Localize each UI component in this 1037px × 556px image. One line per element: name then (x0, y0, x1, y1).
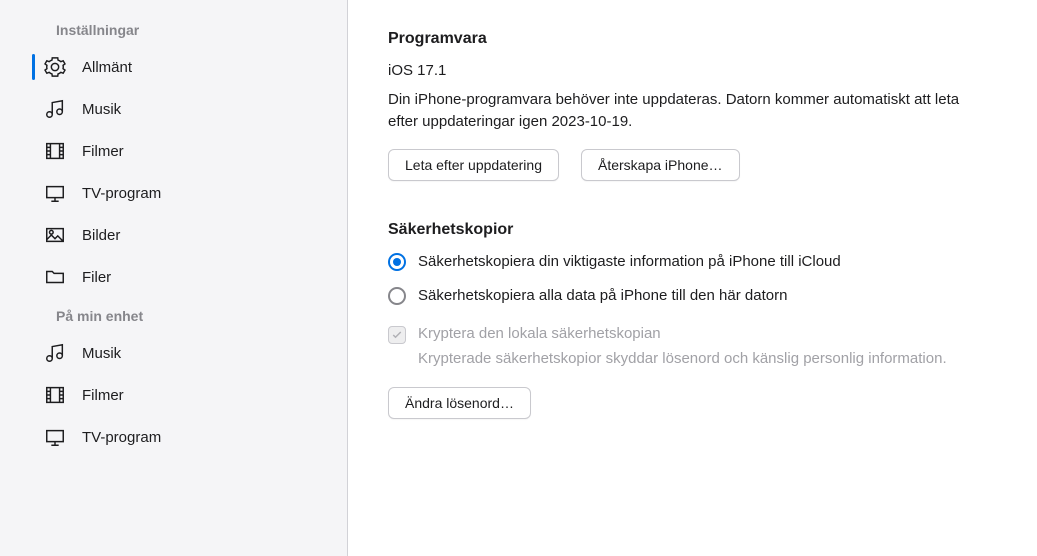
check-update-button[interactable]: Leta efter uppdatering (388, 149, 559, 181)
sidebar-item-filmer[interactable]: Filmer (0, 374, 347, 416)
sidebar-item-tv-program[interactable]: TV-program (0, 172, 347, 214)
encrypt-checkbox (388, 326, 406, 344)
sidebar-item-filer[interactable]: Filer (0, 256, 347, 298)
music-icon (44, 98, 66, 120)
sidebar-item-label: Filmer (82, 143, 124, 160)
sidebar-section-settings: Inställningar (0, 12, 347, 46)
sidebar-item-label: Musik (82, 345, 121, 362)
photo-icon (44, 224, 66, 246)
sidebar-section-on-device: På min enhet (0, 298, 347, 332)
sidebar-item-musik[interactable]: Musik (0, 88, 347, 130)
software-title: Programvara (388, 30, 1007, 48)
film-icon (44, 384, 66, 406)
sidebar-item-label: TV-program (82, 185, 161, 202)
software-desc: Din iPhone-programvara behöver inte uppd… (388, 89, 988, 133)
backups-title: Säkerhetskopior (388, 221, 1007, 239)
restore-iphone-button[interactable]: Återskapa iPhone… (581, 149, 740, 181)
music-icon (44, 342, 66, 364)
encrypt-label: Kryptera den lokala säkerhetskopian (418, 325, 661, 342)
radio-icloud-label: Säkerhetskopiera din viktigaste informat… (418, 253, 841, 270)
change-password-button[interactable]: Ändra lösenord… (388, 387, 531, 419)
sidebar-item-filmer[interactable]: Filmer (0, 130, 347, 172)
sidebar-item-label: Filmer (82, 387, 124, 404)
tv-icon (44, 426, 66, 448)
sidebar-item-allmänt[interactable]: Allmänt (0, 46, 347, 88)
sidebar-item-label: Musik (82, 101, 121, 118)
backup-local-radio-row[interactable]: Säkerhetskopiera alla data på iPhone til… (388, 287, 1007, 305)
ios-version: iOS 17.1 (388, 62, 1007, 79)
sidebar-item-label: TV-program (82, 429, 161, 446)
sidebar-item-label: Allmänt (82, 59, 132, 76)
backup-icloud-radio-row[interactable]: Säkerhetskopiera din viktigaste informat… (388, 253, 1007, 271)
main-content: Programvara iOS 17.1 Din iPhone-programv… (348, 0, 1037, 556)
sidebar-item-label: Bilder (82, 227, 120, 244)
film-icon (44, 140, 66, 162)
radio-local-label: Säkerhetskopiera alla data på iPhone til… (418, 287, 787, 304)
sidebar-item-musik[interactable]: Musik (0, 332, 347, 374)
sidebar-item-label: Filer (82, 269, 111, 286)
encrypt-checkbox-row: Kryptera den lokala säkerhetskopian (388, 325, 1007, 344)
sidebar-item-bilder[interactable]: Bilder (0, 214, 347, 256)
tv-icon (44, 182, 66, 204)
folder-icon (44, 266, 66, 288)
sidebar: Inställningar Allmänt Musik Filmer TV-progr… (0, 0, 348, 556)
radio-icloud[interactable] (388, 253, 406, 271)
radio-local[interactable] (388, 287, 406, 305)
encrypt-hint: Krypterade säkerhetskopior skyddar lösen… (418, 350, 1007, 367)
gear-icon (44, 56, 66, 78)
sidebar-item-tv-program[interactable]: TV-program (0, 416, 347, 458)
check-icon (391, 329, 403, 341)
